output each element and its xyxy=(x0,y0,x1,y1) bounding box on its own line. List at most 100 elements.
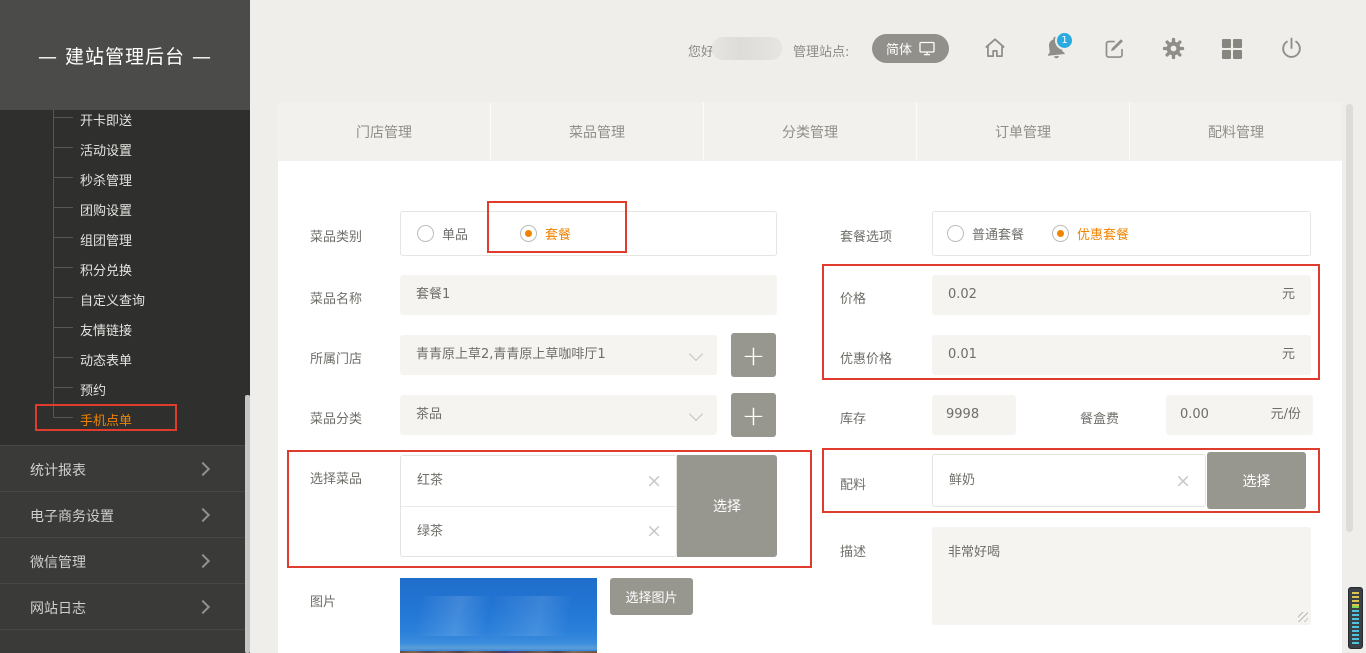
sidebar-item[interactable]: 自定义查询 xyxy=(0,282,250,312)
remove-dish-icon[interactable]: × xyxy=(646,472,662,491)
radio-single-item[interactable]: 单品 xyxy=(417,224,468,243)
greeting-text: 您好 xyxy=(688,41,714,60)
radio-label: 单品 xyxy=(442,224,468,243)
apps-grid-icon[interactable] xyxy=(1220,37,1244,65)
resize-handle-icon[interactable] xyxy=(1298,612,1308,622)
select-image-button[interactable]: 选择图片 xyxy=(610,578,693,615)
price-input[interactable]: 0.02 元 xyxy=(932,275,1311,315)
dish-name-input[interactable]: 套餐1 xyxy=(400,275,777,315)
remove-ingredient-icon[interactable]: × xyxy=(1175,472,1191,491)
sidebar-item-label: 秒杀管理 xyxy=(80,170,132,189)
sidebar-item[interactable]: 组团管理 xyxy=(0,222,250,252)
sidebar-item-label: 动态表单 xyxy=(80,350,132,369)
sidebar: 开卡即送 活动设置 秒杀管理 团购设置 组团管理 积分兑换 自定义查询 友情链接… xyxy=(0,0,250,653)
sidebar-item[interactable]: 积分兑换 xyxy=(0,252,250,282)
select-dishes-button[interactable]: 选择 xyxy=(677,455,777,557)
remove-dish-icon[interactable]: × xyxy=(646,522,662,541)
dish-category-group: 单品 套餐 xyxy=(400,211,777,256)
edit-icon[interactable] xyxy=(1102,36,1127,65)
dish-image-preview xyxy=(400,578,597,653)
discount-price-unit: 元 xyxy=(1282,335,1295,375)
store-select[interactable]: 青青原上草2,青青原上草咖啡厅1 xyxy=(400,335,717,375)
radio-normal-combo[interactable]: 普通套餐 xyxy=(947,224,1024,243)
tree-tick-icon xyxy=(53,267,73,268)
radio-discount-combo[interactable]: 优惠套餐 xyxy=(1052,224,1129,243)
radio-icon-selected xyxy=(1052,225,1069,242)
stock-input[interactable]: 9998 xyxy=(932,395,1016,435)
sidebar-item-mobile-order[interactable]: 手机点单 xyxy=(0,402,250,432)
tree-tick-icon xyxy=(53,147,73,148)
sidebar-sections: 统计报表 电子商务设置 微信管理 网站日志 xyxy=(0,445,250,653)
discount-price-input[interactable]: 0.01 元 xyxy=(932,335,1311,375)
dish-item-name: 红茶 xyxy=(417,456,443,506)
radio-label: 优惠套餐 xyxy=(1077,224,1129,243)
monitor-icon xyxy=(919,41,935,56)
tree-tick-icon xyxy=(53,207,73,208)
dish-name-value: 套餐1 xyxy=(416,275,450,315)
box-fee-unit: 元/份 xyxy=(1271,395,1301,435)
box-fee-value: 0.00 xyxy=(1180,395,1209,435)
selected-dishes-list: 红茶 × 绿茶 × xyxy=(400,455,677,557)
sidebar-item[interactable]: 动态表单 xyxy=(0,342,250,372)
dish-class-select[interactable]: 茶品 xyxy=(400,395,717,435)
ingredients-input[interactable]: 鲜奶 × xyxy=(932,454,1206,507)
notification-badge: 1 xyxy=(1055,31,1074,50)
stock-value: 9998 xyxy=(946,395,979,435)
section-label: 统计报表 xyxy=(30,460,86,480)
tree-tick-icon xyxy=(53,177,73,178)
power-icon[interactable] xyxy=(1279,36,1304,65)
store-value: 青青原上草2,青青原上草咖啡厅1 xyxy=(416,335,606,375)
dish-name-label: 菜品名称 xyxy=(310,288,362,307)
gear-icon[interactable] xyxy=(1161,36,1186,65)
tree-tick-icon xyxy=(53,237,73,238)
radio-icon-selected xyxy=(520,225,537,242)
dish-class-value: 茶品 xyxy=(416,395,442,435)
language-button[interactable]: 简体 xyxy=(872,34,949,63)
stock-label: 库存 xyxy=(840,408,866,427)
chevron-down-icon xyxy=(689,347,703,361)
tab-store-management[interactable]: 门店管理 xyxy=(278,102,491,161)
tab-dish-management[interactable]: 菜品管理 xyxy=(491,102,704,161)
sidebar-item[interactable]: 团购设置 xyxy=(0,192,250,222)
plus-icon: + xyxy=(742,399,765,432)
select-dishes-button-label: 选择 xyxy=(713,496,741,516)
add-class-button[interactable]: + xyxy=(731,393,776,437)
sidebar-item-label: 组团管理 xyxy=(80,230,132,249)
select-image-button-label: 选择图片 xyxy=(625,587,677,606)
ingredients-label: 配料 xyxy=(840,474,866,493)
console-widget[interactable] xyxy=(1348,587,1363,649)
sidebar-section-sitelog[interactable]: 网站日志 xyxy=(0,583,250,629)
radio-icon xyxy=(947,225,964,242)
radio-icon xyxy=(417,225,434,242)
select-ingredients-button[interactable]: 选择 xyxy=(1207,452,1306,509)
tab-ingredient-management[interactable]: 配料管理 xyxy=(1130,102,1342,161)
screen: 开卡即送 活动设置 秒杀管理 团购设置 组团管理 积分兑换 自定义查询 友情链接… xyxy=(0,0,1366,653)
dish-class-label: 菜品分类 xyxy=(310,408,362,427)
sidebar-logo: — 建站管理后台 — xyxy=(0,0,250,110)
price-unit: 元 xyxy=(1282,275,1295,315)
sidebar-section-ecommerce[interactable]: 电子商务设置 xyxy=(0,491,250,537)
page-scrollbar[interactable] xyxy=(1346,104,1353,532)
add-store-button[interactable]: + xyxy=(731,333,776,377)
sidebar-item-label: 自定义查询 xyxy=(80,290,145,309)
box-fee-input[interactable]: 0.00 元/份 xyxy=(1166,395,1313,435)
sidebar-item[interactable]: 活动设置 xyxy=(0,132,250,162)
sidebar-item-label: 开卡即送 xyxy=(80,110,132,129)
discount-price-value: 0.01 xyxy=(948,335,977,375)
price-label: 价格 xyxy=(840,288,866,307)
sidebar-item[interactable]: 秒杀管理 xyxy=(0,162,250,192)
sidebar-section-stats[interactable]: 统计报表 xyxy=(0,445,250,491)
notifications-bell-icon[interactable]: 1 xyxy=(1043,35,1071,63)
sidebar-item[interactable]: 友情链接 xyxy=(0,312,250,342)
tab-order-management[interactable]: 订单管理 xyxy=(917,102,1130,161)
sidebar-item[interactable]: 预约 xyxy=(0,372,250,402)
radio-combo[interactable]: 套餐 xyxy=(520,224,571,243)
sidebar-section-wechat[interactable]: 微信管理 xyxy=(0,537,250,583)
description-textarea[interactable]: 非常好喝 xyxy=(932,527,1311,625)
home-icon[interactable] xyxy=(982,35,1008,65)
widget-stripes-yellow xyxy=(1352,592,1359,606)
sidebar-scrollbar[interactable] xyxy=(245,395,250,653)
section-label: 微信管理 xyxy=(30,552,86,572)
image-label: 图片 xyxy=(310,591,336,610)
tab-category-management[interactable]: 分类管理 xyxy=(704,102,917,161)
